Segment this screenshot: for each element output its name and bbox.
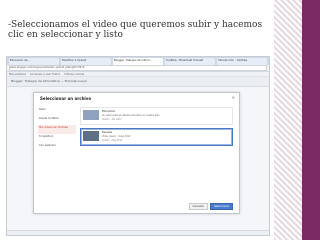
cancel-button[interactable]: Cancelar [188, 203, 208, 210]
video-date: Subido · Abr 2012 [102, 118, 122, 121]
browser-tab[interactable]: Planificar a Upload [61, 58, 111, 65]
video-thumbnail [83, 110, 99, 120]
video-title: Escuela [102, 131, 112, 134]
url-field[interactable]: www.blogger.com/img/upload/video-upload.… [9, 65, 267, 71]
status-bar [7, 230, 269, 235]
blogger-header: Blogger: Trabajos de Informática — Entra… [7, 77, 269, 87]
browser-tab[interactable]: Educación de... [9, 58, 59, 65]
sidebar-item-from-youtube[interactable]: Desde YouTube [38, 116, 76, 125]
tab-bar: Educación de... Planificar a Upload Blog… [7, 57, 269, 65]
video-description: Video casero · mayo 2012 [102, 135, 131, 138]
video-thumbnail [83, 131, 99, 141]
browser-screenshot: Educación de... Planificar a Upload Blog… [6, 56, 270, 236]
sidebar-item-upload[interactable]: Subir [38, 107, 76, 116]
decorative-pattern [274, 0, 302, 240]
sidebar-item-my-youtube-videos[interactable]: Mis vídeos de YouTube [38, 125, 76, 134]
video-description: Un video sobre el sistema educativo en n… [102, 114, 160, 117]
dialog-sidebar: Subir Desde YouTube Mis vídeos de YouTub… [38, 107, 76, 152]
bookmark-link[interactable]: Más visitados [9, 73, 26, 76]
video-date: Subido · May 2012 [102, 139, 123, 142]
video-title: Educación [102, 110, 116, 113]
dialog-footer: Cancelar Seleccionar [188, 203, 233, 210]
close-icon[interactable]: ✕ [232, 95, 235, 100]
video-item[interactable]: Educación Un video sobre el sistema educ… [80, 107, 233, 125]
browser-tab[interactable]: Introducción - YouTube [217, 58, 267, 65]
browser-tab[interactable]: YouTube - Broadcast Yourself [165, 58, 215, 65]
video-item-selected[interactable]: Escuela Video casero · mayo 2012 Subido … [80, 128, 233, 146]
bookmark-link[interactable]: Comenzar a usar Firefox [30, 73, 60, 76]
file-select-dialog: Seleccionar un archivo ✕ Subir Desde You… [33, 92, 240, 214]
browser-tab-active[interactable]: Blogger: Trabajos de Inform... [113, 58, 163, 65]
sidebar-item-phone[interactable]: Tu teléfono [38, 134, 76, 143]
sidebar-item-webcam[interactable]: Con webcam [38, 143, 76, 152]
address-bar: www.blogger.com/img/upload/video-upload.… [7, 65, 269, 72]
bookmark-link[interactable]: Últimas noticias [64, 73, 84, 76]
slide-caption: -Seleccionamos el video que queremos sub… [8, 20, 263, 40]
select-button[interactable]: Seleccionar [209, 203, 233, 210]
decorative-band [302, 0, 320, 240]
dialog-title: Seleccionar un archivo [40, 96, 92, 101]
video-list: Educación Un video sobre el sistema educ… [80, 107, 233, 199]
